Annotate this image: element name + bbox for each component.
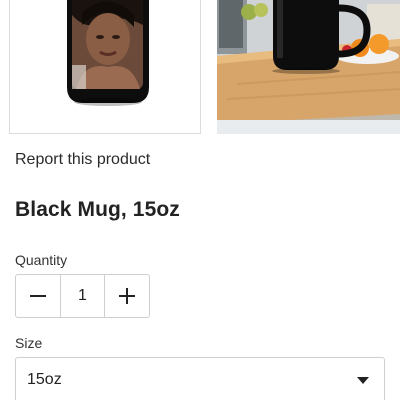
quantity-input[interactable]: [61, 287, 104, 305]
mug-kitchen-photo-icon: [217, 0, 400, 134]
quantity-stepper: [15, 274, 150, 318]
product-image-thumbnail[interactable]: [217, 0, 400, 134]
product-page: Report this product Black Mug, 15oz Quan…: [0, 0, 400, 400]
size-label: Size: [15, 335, 43, 351]
report-product-link[interactable]: Report this product: [15, 151, 150, 169]
caret-down-icon: [357, 377, 369, 384]
decrease-quantity-button[interactable]: [16, 275, 60, 317]
product-title: Black Mug, 15oz: [15, 198, 180, 221]
product-image-thumbnail[interactable]: [9, 0, 201, 134]
quantity-label: Quantity: [15, 252, 68, 268]
minus-icon: [30, 295, 47, 297]
plus-icon: [118, 288, 135, 304]
mug-photo-icon: [67, 0, 149, 106]
quantity-value-box: [60, 275, 105, 317]
size-selected-value: 15oz: [27, 371, 62, 388]
size-select[interactable]: 15oz: [15, 357, 385, 400]
increase-quantity-button[interactable]: [105, 275, 149, 317]
